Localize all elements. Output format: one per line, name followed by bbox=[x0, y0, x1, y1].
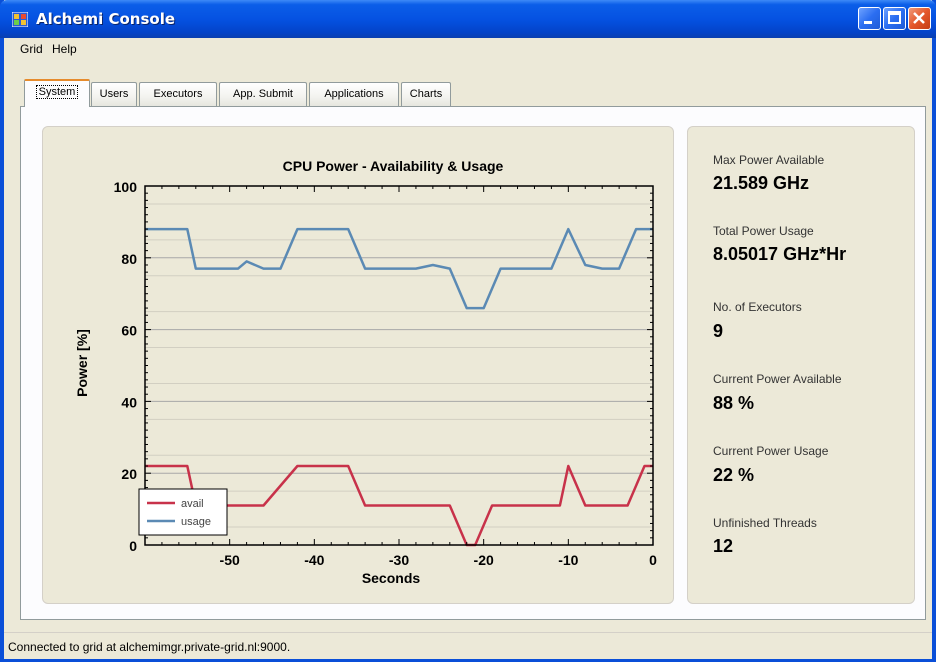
minimize-icon bbox=[864, 21, 872, 24]
legend-label-avail: avail bbox=[181, 498, 204, 510]
tab-system[interactable]: System bbox=[24, 79, 90, 107]
stats-panel: Max Power Available 21.589 GHz Total Pow… bbox=[687, 126, 915, 604]
y-tick-label: 40 bbox=[121, 394, 137, 410]
max-power-available-value: 21.589 GHz bbox=[713, 173, 810, 193]
close-icon bbox=[913, 12, 925, 24]
tab-app-submit[interactable]: App. Submit bbox=[219, 82, 307, 106]
total-power-usage-value: 8.05017 GHz*Hr bbox=[713, 244, 847, 264]
chart-panel: CPU Power - Availability & Usage Seconds… bbox=[42, 126, 674, 604]
tab-system-label: System bbox=[35, 85, 79, 99]
unfinished-threads-label: Unfinished Threads bbox=[713, 516, 817, 530]
app-window: Alchemi Console Grid Help System Users E… bbox=[0, 0, 936, 662]
y-tick-label: 100 bbox=[114, 179, 138, 195]
title-bar[interactable]: Alchemi Console bbox=[0, 0, 936, 38]
x-tick-label: 0 bbox=[649, 552, 657, 568]
x-tick-label: -30 bbox=[389, 552, 409, 568]
menu-bar: Grid Help bbox=[4, 38, 932, 60]
y-tick-label: 20 bbox=[121, 466, 137, 482]
x-tick-label: -10 bbox=[558, 552, 578, 568]
total-power-usage-label: Total Power Usage bbox=[713, 224, 814, 238]
tab-executors[interactable]: Executors bbox=[139, 82, 217, 106]
cpu-power-chart: CPU Power - Availability & Usage Seconds… bbox=[74, 158, 657, 586]
minimize-button[interactable] bbox=[858, 7, 881, 30]
status-bar: Connected to grid at alchemimgr.private-… bbox=[4, 632, 932, 659]
chart-x-axis-label: Seconds bbox=[362, 570, 421, 586]
maximize-icon bbox=[888, 11, 901, 24]
window-title: Alchemi Console bbox=[36, 10, 176, 28]
menu-help[interactable]: Help bbox=[52, 42, 77, 56]
executors-count-label: No. of Executors bbox=[713, 300, 802, 314]
x-tick-label: -20 bbox=[474, 552, 494, 568]
menu-grid[interactable]: Grid bbox=[20, 42, 43, 56]
y-tick-label: 80 bbox=[121, 251, 137, 267]
tab-users[interactable]: Users bbox=[91, 82, 137, 106]
x-tick-label: -50 bbox=[220, 552, 240, 568]
status-text: Connected to grid at alchemimgr.private-… bbox=[8, 640, 291, 654]
maximize-button[interactable] bbox=[883, 7, 906, 30]
chart-title: CPU Power - Availability & Usage bbox=[283, 158, 504, 174]
executors-count-value: 9 bbox=[713, 321, 724, 341]
current-power-usage-value: 22 % bbox=[713, 465, 755, 485]
system-tab-page: CPU Power - Availability & Usage Seconds… bbox=[20, 106, 926, 620]
close-button[interactable] bbox=[908, 7, 931, 30]
chart-y-axis-label: Power [%] bbox=[74, 329, 90, 397]
current-power-usage-label: Current Power Usage bbox=[713, 444, 829, 458]
chart-legend: avail usage bbox=[138, 488, 228, 536]
y-tick-label: 60 bbox=[121, 323, 137, 339]
app-icon bbox=[12, 12, 28, 27]
current-power-available-label: Current Power Available bbox=[713, 372, 842, 386]
legend-box bbox=[138, 488, 228, 536]
y-tick-label: 0 bbox=[129, 538, 137, 554]
tab-charts[interactable]: Charts bbox=[401, 82, 451, 106]
legend-label-usage: usage bbox=[181, 516, 211, 528]
x-tick-label: -40 bbox=[304, 552, 324, 568]
current-power-available-value: 88 % bbox=[713, 393, 755, 413]
unfinished-threads-value: 12 bbox=[713, 536, 734, 556]
tab-applications[interactable]: Applications bbox=[309, 82, 399, 106]
max-power-available-label: Max Power Available bbox=[713, 153, 825, 167]
